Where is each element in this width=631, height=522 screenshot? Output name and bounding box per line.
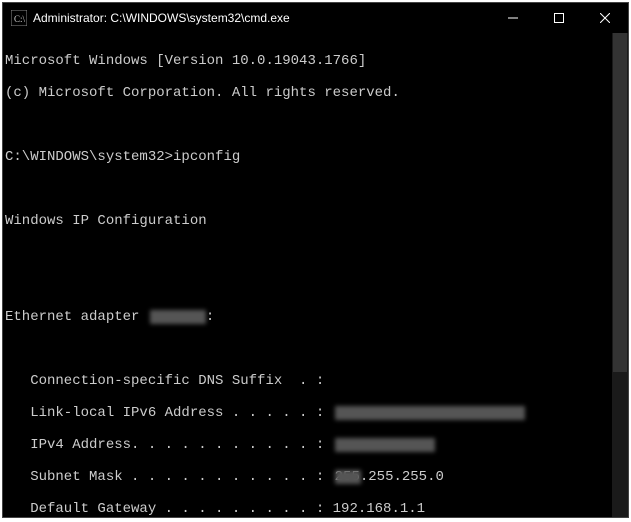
svg-text:C:\: C:\ bbox=[14, 14, 26, 24]
maximize-icon bbox=[554, 13, 564, 23]
terminal-area[interactable]: Microsoft Windows [Version 10.0.19043.17… bbox=[3, 33, 628, 517]
redacted-text bbox=[150, 310, 206, 324]
window-controls bbox=[490, 3, 628, 33]
section-header: Windows IP Configuration bbox=[5, 213, 626, 229]
redacted-text bbox=[335, 406, 525, 420]
window-title: Administrator: C:\WINDOWS\system32\cmd.e… bbox=[33, 11, 490, 25]
blank-line bbox=[5, 341, 626, 357]
output-line: Default Gateway . . . . . . . . . : 192.… bbox=[5, 501, 626, 517]
banner-line: Microsoft Windows [Version 10.0.19043.17… bbox=[5, 53, 626, 69]
redacted-text bbox=[335, 470, 361, 484]
close-button[interactable] bbox=[582, 3, 628, 33]
close-icon bbox=[600, 13, 610, 23]
cmd-icon: C:\ bbox=[11, 10, 27, 26]
cmd-window: C:\ Administrator: C:\WINDOWS\system32\c… bbox=[2, 2, 629, 518]
prompt-line: C:\WINDOWS\system32>ipconfig bbox=[5, 149, 626, 165]
titlebar[interactable]: C:\ Administrator: C:\WINDOWS\system32\c… bbox=[3, 3, 628, 33]
output-line: IPv4 Address. . . . . . . . . . . : bbox=[5, 437, 626, 453]
blank-line bbox=[5, 181, 626, 197]
scrollbar[interactable] bbox=[612, 33, 628, 517]
prompt: C:\WINDOWS\system32> bbox=[5, 149, 173, 165]
blank-line bbox=[5, 245, 626, 261]
minimize-button[interactable] bbox=[490, 3, 536, 33]
scrollbar-thumb[interactable] bbox=[613, 33, 627, 372]
banner-line: (c) Microsoft Corporation. All rights re… bbox=[5, 85, 626, 101]
adapter-title: Ethernet adapter : bbox=[5, 309, 626, 325]
output-line: Subnet Mask . . . . . . . . . . . : 255.… bbox=[5, 469, 626, 485]
blank-line bbox=[5, 117, 626, 133]
command: ipconfig bbox=[173, 149, 240, 165]
blank-line bbox=[5, 277, 626, 293]
output-line: Link-local IPv6 Address . . . . . : bbox=[5, 405, 626, 421]
maximize-button[interactable] bbox=[536, 3, 582, 33]
output-line: Connection-specific DNS Suffix . : bbox=[5, 373, 626, 389]
redacted-text bbox=[335, 438, 435, 452]
minimize-icon bbox=[508, 13, 518, 23]
